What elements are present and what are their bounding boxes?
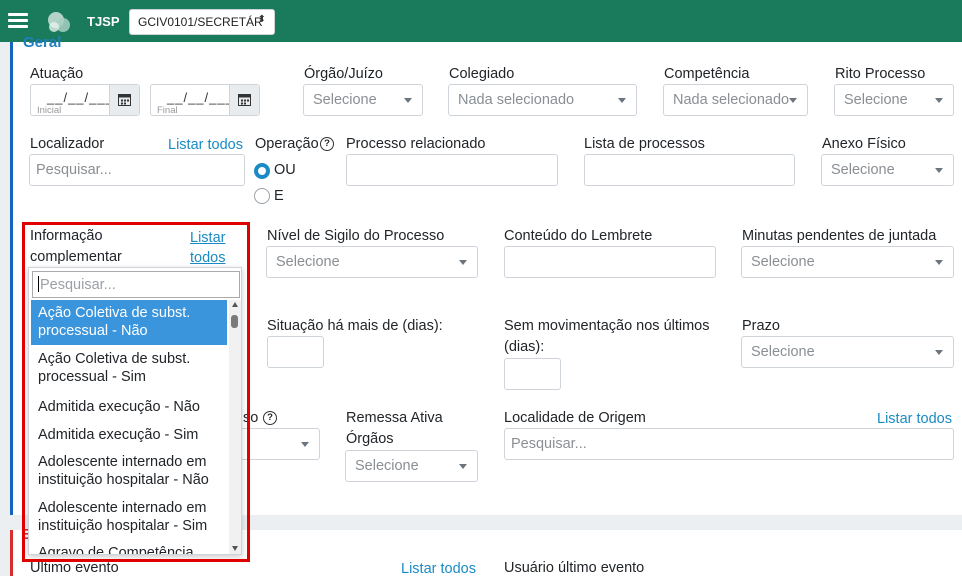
lembrete-input[interactable] [504,246,716,278]
dropdown-option[interactable]: Ação Coletiva de subst. processual - Não [31,300,227,345]
option-line: Adolescente internado em [38,454,207,470]
operacao-label: Operação [255,136,319,152]
situacao-input[interactable] [267,336,324,368]
scrollbar-thumb[interactable] [231,315,238,328]
calendar-icon[interactable] [229,85,259,115]
option-line: instituição hospitalar - Sim [38,518,208,534]
option-line: instituição hospitalar - Não [38,472,209,488]
prazo-select[interactable]: Selecione [741,336,954,368]
sigilo-select[interactable]: Selecione [266,246,478,278]
minutas-select[interactable]: Selecione [741,246,954,278]
localidade-label: Localidade de Origem [504,410,646,426]
sigilo-label: Nível de Sigilo do Processo [267,228,445,244]
prazo-label: Prazo [742,318,780,334]
orgao-label: Órgão/Juízo [304,66,383,82]
date-final-field[interactable]: __/__/____ Final [150,84,260,116]
processo-relacionado-label: Processo relacionado [346,136,486,152]
scroll-down-arrow-icon[interactable] [232,546,238,551]
radio-ou[interactable] [254,163,270,179]
info-complementar-label-2: complementar [30,249,122,265]
dropdown-option[interactable]: Admitida execução - Não [31,394,227,420]
caret-updown-icon: ⬍ [257,14,266,25]
remessa-label-1: Remessa Ativa [346,410,443,426]
option-line: Ação Coletiva de subst. [38,351,191,367]
remessa-select[interactable]: Selecione [345,450,478,482]
sem-movimentacao-input[interactable] [504,358,561,390]
option-line: processual - Não [38,323,148,339]
dropdown-scrollbar[interactable] [229,300,241,554]
dropdown-option[interactable]: Agravo de Competência [31,540,227,555]
sem-movimentacao-label-1: Sem movimentação nos últimos [504,318,710,334]
usuario-ultimo-evento-label: Usuário último evento [504,560,645,576]
lista-processos-input[interactable] [584,154,795,186]
option-line: Admitida execução - Não [38,399,200,415]
anexo-select[interactable]: Selecione [821,154,954,186]
scroll-up-arrow-icon[interactable] [232,302,238,307]
radio-e[interactable] [254,188,270,204]
info-listar-link-1[interactable]: Listar [190,230,225,246]
calendar-icon[interactable] [109,85,139,115]
dropdown-option[interactable]: Ação Coletiva de subst. processual - Sim [31,346,227,390]
brand-name: TJSP [87,14,120,29]
option-line: Ação Coletiva de subst. [38,305,191,321]
info-complementar-label-1: Informação [30,228,103,244]
localizador-search-input[interactable]: Pesquisar... [29,154,245,186]
competencia-select[interactable]: Nada selecionado [663,84,808,116]
dropdown-option[interactable]: Adolescente internado em instituição hos… [31,449,227,493]
info-complementar-dropdown: Pesquisar... Ação Coletiva de subst. pro… [28,267,242,555]
colegiado-label: Colegiado [449,66,515,82]
ultimo-evento-listar-todos-link[interactable]: Listar todos [401,561,476,576]
atuacao-label: Atuação [30,66,84,82]
rito-select[interactable]: Selecione [834,84,954,116]
option-line: processual - Sim [38,369,146,385]
lista-processos-label: Lista de processos [584,136,705,152]
colegiado-select[interactable]: Nada selecionado [448,84,637,116]
unit-select-value: GCIV0101/SECRETÁR [138,15,263,29]
dropdown-option[interactable]: Adolescente internado em instituição hos… [31,495,227,539]
option-line: Agravo de Competência [38,545,194,555]
ultimo-evento-label: Último evento [30,560,119,576]
localizador-label: Localizador [30,136,105,152]
dropdown-option[interactable]: Admitida execução - Sim [31,422,227,448]
top-bar: TJSP GCIV0101/SECRETÁR ⬍ [0,0,962,42]
remessa-label-2: Órgãos [346,431,394,447]
competencia-label: Competência [664,66,750,82]
localidade-search-input[interactable]: Pesquisar... [504,428,954,460]
date-inicial-field[interactable]: __/__/____ Inicial [30,84,140,116]
info-listar-link-2[interactable]: todos [190,250,225,266]
help-icon[interactable]: ? [320,137,334,151]
sem-movimentacao-label-2: (dias): [504,339,545,355]
radio-ou-label: OU [274,162,296,178]
localidade-listar-todos-link[interactable]: Listar todos [877,411,952,427]
rito-label: Rito Processo [835,66,926,82]
dropdown-search-input[interactable]: Pesquisar... [32,271,240,298]
minutas-label: Minutas pendentes de juntada [742,228,937,244]
menu-icon[interactable] [8,13,28,28]
option-line: Adolescente internado em [38,500,207,516]
option-line: Admitida execução - Sim [38,427,199,443]
processo-relacionado-input[interactable] [346,154,558,186]
anexo-label: Anexo Físico [822,136,906,152]
radio-e-label: E [274,188,284,204]
help-icon[interactable]: ? [263,411,277,425]
partial-label: so [243,410,259,426]
lembrete-label: Conteúdo do Lembrete [504,228,653,244]
situacao-label: Situação há mais de (dias): [267,318,443,334]
dropdown-search-placeholder: Pesquisar... [40,277,116,293]
orgao-select[interactable]: Selecione [303,84,423,116]
unit-select[interactable]: GCIV0101/SECRETÁR ⬍ [129,9,275,35]
localizador-listar-todos-link[interactable]: Listar todos [168,137,243,153]
date-inicial-sublabel: Inicial [37,105,62,116]
card-title: Geral [23,34,62,51]
date-final-sublabel: Final [157,105,178,116]
logo-icon [48,12,70,32]
